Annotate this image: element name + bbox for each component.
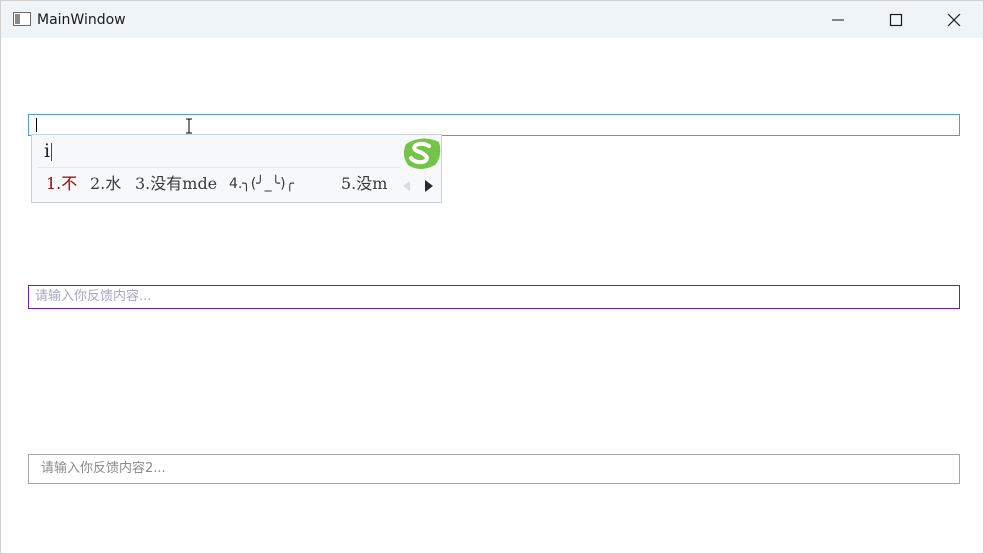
title-bar[interactable]: MainWindow <box>1 1 983 38</box>
feedback-input-2[interactable]: 请输入你反馈内容2... <box>28 454 960 484</box>
maximize-icon <box>889 13 903 27</box>
feedback-input[interactable]: 请输入你反馈内容... <box>28 285 960 309</box>
text-input-1[interactable] <box>28 114 960 136</box>
ibeam-cursor-icon <box>186 118 192 134</box>
ime-candidate-4[interactable]: 4.╮(╯_╰)╭ <box>229 173 294 195</box>
ime-prev-page-icon[interactable] <box>403 181 410 191</box>
ime-next-page-icon[interactable] <box>425 180 433 192</box>
ime-candidate-3[interactable]: 3.没有mde <box>135 173 217 195</box>
ime-page-arrows <box>403 180 433 192</box>
minimize-icon <box>832 19 844 21</box>
app-icon <box>13 12 31 26</box>
maximize-button[interactable] <box>867 1 925 38</box>
minimize-button[interactable] <box>809 1 867 38</box>
close-icon <box>947 13 961 27</box>
ime-candidate-5[interactable]: 5.没m <box>341 173 387 195</box>
ime-candidate-1[interactable]: 1.不 <box>46 173 77 195</box>
text-caret <box>36 118 37 132</box>
ime-composition-text: i <box>44 140 51 162</box>
feedback-input-2-placeholder: 请输入你反馈内容2... <box>41 461 166 476</box>
main-window: MainWindow i 1.不 2.水 3.没有mde 4.╮(╯_╰)╭ 5… <box>0 0 984 554</box>
window-title: MainWindow <box>37 12 126 28</box>
ime-candidate-window[interactable]: i 1.不 2.水 3.没有mde 4.╮(╯_╰)╭ 5.没m <box>31 134 442 203</box>
ime-divider <box>38 167 400 168</box>
close-button[interactable] <box>925 1 983 38</box>
feedback-input-placeholder: 请输入你反馈内容... <box>35 289 152 304</box>
ime-candidate-2[interactable]: 2.水 <box>90 173 121 195</box>
sogou-logo-icon <box>403 138 441 169</box>
ime-composition-caret <box>51 143 52 161</box>
